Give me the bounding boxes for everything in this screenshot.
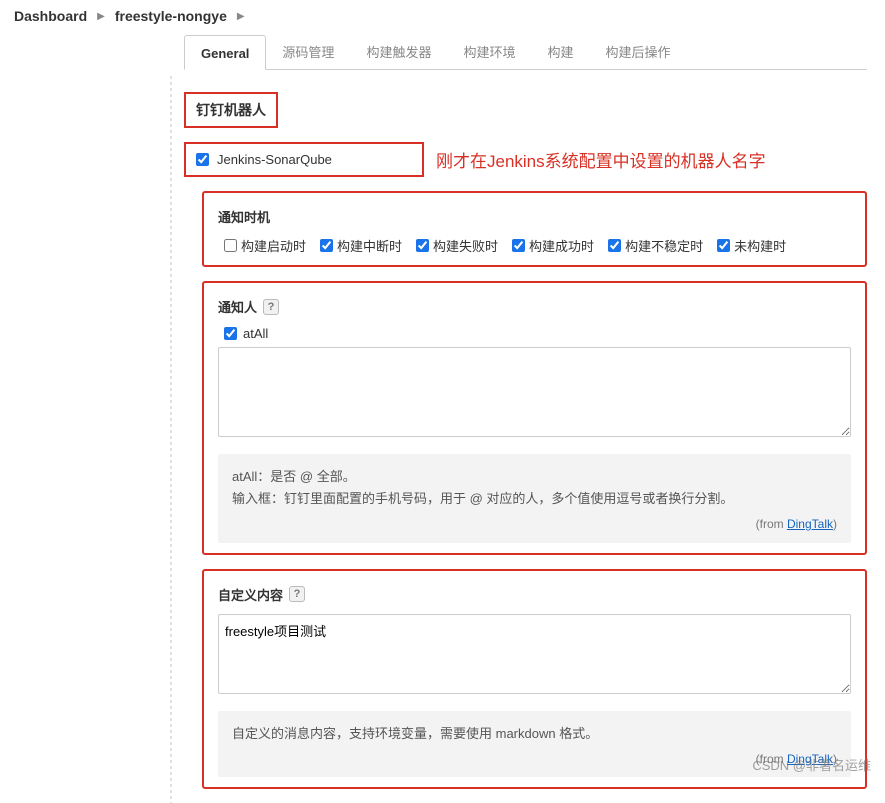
timing-label: 构建成功时 [529,236,594,255]
timing-label: 构建不稳定时 [625,236,703,255]
breadcrumb: Dashboard ▶ freestyle-nongye ▶ [0,0,885,32]
atall-label: atAll [243,326,268,341]
notify-who-help: atAll：是否 @ 全部。 输入框：钉钉里面配置的手机号码，用于 @ 对应的人… [218,454,851,543]
notify-who-textarea[interactable] [218,347,851,437]
notify-timing-panel: 通知时机 构建启动时 构建中断时 构建失败时 构建成功时 构建不稳定时 未构建时 [202,191,867,267]
robot-enable-checkbox[interactable] [196,153,209,166]
tab-scm[interactable]: 源码管理 [266,32,350,69]
help-text-line: 自定义的消息内容，支持环境变量，需要使用 markdown 格式。 [232,723,837,745]
watermark-text: CSDN @非著名运维 [752,755,871,774]
timing-option-unstable[interactable]: 构建不稳定时 [608,236,703,255]
annotation-text: 刚才在Jenkins系统配置中设置的机器人名字 [436,147,766,172]
atall-checkbox[interactable] [224,327,237,340]
timing-checkbox[interactable] [320,239,333,252]
tab-general[interactable]: General [184,35,266,70]
timing-label: 构建启动时 [241,236,306,255]
help-icon[interactable]: ? [263,299,279,315]
notify-timing-title: 通知时机 [218,207,851,226]
section-title-dingtalk: 钉钉机器人 [184,92,278,128]
help-from-line: (from DingTalk) [232,514,837,534]
notify-who-panel: 通知人 ? atAll atAll：是否 @ 全部。 输入框：钉钉里面配置的手机… [202,281,867,555]
timing-option-failure[interactable]: 构建失败时 [416,236,498,255]
tab-postbuild[interactable]: 构建后操作 [589,32,686,69]
chevron-right-icon: ▶ [97,11,105,22]
timing-option-start[interactable]: 构建启动时 [224,236,306,255]
timing-checkbox[interactable] [512,239,525,252]
breadcrumb-item-job[interactable]: freestyle-nongye [115,8,227,24]
timing-option-aborted[interactable]: 构建中断时 [320,236,402,255]
custom-content-title: 自定义内容 [218,585,283,604]
config-tabs: General 源码管理 构建触发器 构建环境 构建 构建后操作 [184,32,867,70]
help-icon[interactable]: ? [289,586,305,602]
notify-who-title: 通知人 [218,297,257,316]
robot-name-label: Jenkins-SonarQube [217,152,332,167]
drag-handle-column[interactable] [160,76,184,803]
custom-content-textarea[interactable] [218,614,851,694]
timing-checkbox[interactable] [416,239,429,252]
timing-label: 构建中断时 [337,236,402,255]
help-from-line: (from DingTalk) [232,749,837,769]
timing-label: 未构建时 [734,236,786,255]
timing-checkbox[interactable] [608,239,621,252]
timing-checkbox[interactable] [224,239,237,252]
tab-env[interactable]: 构建环境 [447,32,531,69]
from-close: ) [833,517,837,531]
timing-label: 构建失败时 [433,236,498,255]
timing-option-notbuilt[interactable]: 未构建时 [717,236,786,255]
timing-option-success[interactable]: 构建成功时 [512,236,594,255]
chevron-right-icon: ▶ [237,11,245,22]
from-text: (from [756,517,787,531]
breadcrumb-item-dashboard[interactable]: Dashboard [14,8,87,24]
tab-build[interactable]: 构建 [531,32,589,69]
help-text-line: 输入框：钉钉里面配置的手机号码，用于 @ 对应的人，多个值使用逗号或者换行分割。 [232,488,837,510]
timing-checkbox[interactable] [717,239,730,252]
notify-timing-options: 构建启动时 构建中断时 构建失败时 构建成功时 构建不稳定时 未构建时 [224,236,851,255]
help-text-line: atAll：是否 @ 全部。 [232,466,837,488]
robot-enable-row: Jenkins-SonarQube [184,142,424,177]
dingtalk-link[interactable]: DingTalk [787,517,833,531]
tab-triggers[interactable]: 构建触发器 [350,32,447,69]
